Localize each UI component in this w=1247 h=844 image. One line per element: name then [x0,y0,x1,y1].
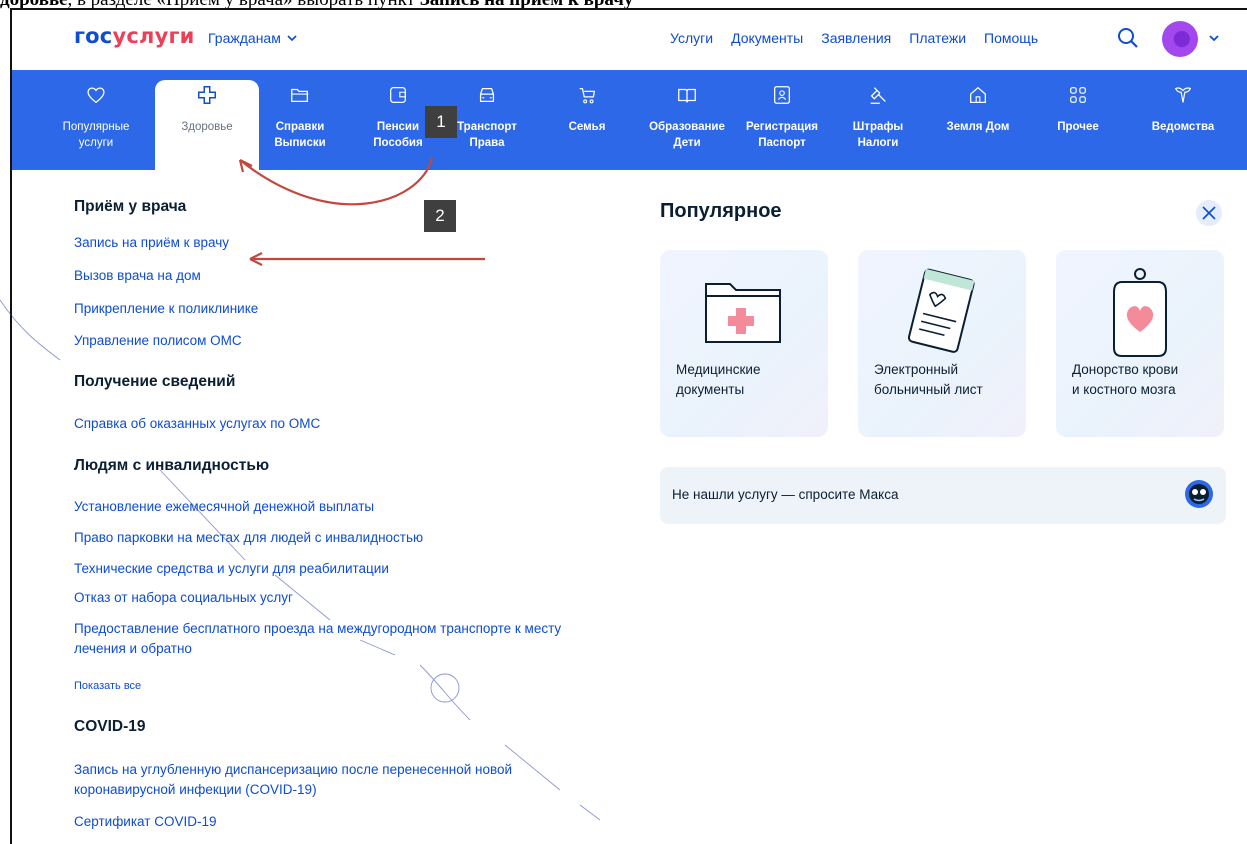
category-transport[interactable]: Транспорт Права [445,70,529,170]
category-other[interactable]: Прочее [1036,70,1120,170]
category-land-house[interactable]: Земля Дом [936,70,1020,170]
category-label: Земля Дом [946,121,1010,133]
category-label: Ведомства [1151,121,1215,133]
nav-services[interactable]: Услуги [670,30,713,46]
ask-max-text: Не нашли услугу — спросите Макса [672,487,899,502]
link-covid-certificate[interactable]: Сертификат COVID-19 [74,812,216,832]
car-icon [479,87,495,103]
link-free-travel[interactable]: Предоставление бесплатного проезда на ме… [74,619,604,659]
category-popular[interactable]: Популярные услуги [54,70,138,170]
close-button[interactable] [1196,200,1222,226]
category-registration[interactable]: Регистрация Паспорт [736,70,828,170]
popular-card-blood-donation[interactable]: Донорство крови и костного мозга [1056,250,1224,437]
category-label: Регистрация Паспорт [746,121,818,149]
category-bar: Популярные услуги Здоровье Справки Выпис… [12,70,1247,170]
popular-card-medical-docs[interactable]: Медицинские документы [660,250,828,437]
top-navigation: Услуги Документы Заявления Платежи Помощ… [670,30,1038,46]
sick-leave-icon [907,268,975,353]
category-label: Штрафы Налоги [852,121,904,149]
card-label: Донорство крови и костного мозга [1072,362,1179,397]
house-icon [970,86,986,103]
stroller-icon [579,87,596,104]
ask-max-banner[interactable]: Не нашли услугу — спросите Макса [660,467,1226,524]
book-icon [678,88,696,103]
link-clinic-attachment[interactable]: Прикрепление к поликлинике [74,299,258,319]
emblem-icon [1174,87,1192,103]
browser-screenshot: госуслуги Гражданам Услуги Документы Зая… [10,8,1247,844]
link-social-services-refusal[interactable]: Отказ от набора социальных услуг [74,588,293,608]
nav-help[interactable]: Помощь [984,30,1038,46]
category-family[interactable]: Семья [545,70,629,170]
link-doctor-appointment[interactable]: Запись на приём к врачу [74,233,229,253]
link-oms-services-report[interactable]: Справка об оказанных услугах по ОМС [74,414,320,434]
chevron-down-icon [287,35,297,42]
section-title-covid: COVID-19 [74,718,146,735]
chevron-down-icon[interactable] [1208,32,1220,44]
medical-cross-icon [198,86,216,104]
heart-icon [87,87,105,104]
popular-title: Популярное [660,200,782,222]
link-monthly-payment[interactable]: Установление ежемесячной денежной выплат… [74,497,374,517]
link-oms-policy[interactable]: Управление полисом ОМС [74,331,242,351]
category-health[interactable]: Здоровье [155,80,259,170]
link-covid-checkup[interactable]: Запись на углубленную диспансеризацию по… [74,760,594,800]
blood-bag-icon [1113,268,1167,357]
gosuslugi-logo[interactable]: госуслуги [74,24,195,48]
wallet-icon [390,87,406,103]
avatar[interactable] [1162,21,1198,57]
link-rehab-equipment[interactable]: Технические средства и услуги для реабил… [74,559,389,579]
section-title-disability: Людям с инвалидностью [74,457,270,474]
annotation-step-1: 1 [425,106,457,138]
robot-assistant-icon[interactable] [1184,479,1214,509]
section-title-info: Получение сведений [74,373,236,390]
category-fines[interactable]: Штрафы Налоги [836,70,920,170]
category-departments[interactable]: Ведомства [1134,70,1232,170]
category-label: Транспорт Права [457,121,517,149]
card-label: Электронный больничный лист [874,362,983,397]
category-label: Справки Выписки [274,121,326,149]
category-label: Популярные услуги [62,121,130,149]
site-header: госуслуги Гражданам Услуги Документы Зая… [12,10,1247,70]
category-label: Здоровье [181,121,233,133]
nav-applications[interactable]: Заявления [821,30,891,46]
annotation-step-2: 2 [424,200,456,232]
card-label: Медицинские документы [676,362,761,397]
popular-card-sick-leave[interactable]: Электронный больничный лист [858,250,1026,437]
category-label: Образование Дети [649,121,725,149]
category-label: Прочее [1057,121,1099,133]
folder-icon [291,88,309,103]
search-icon[interactable] [1116,26,1140,50]
show-all-link[interactable]: Показать все [74,680,141,692]
passport-icon [774,86,790,104]
link-home-visit[interactable]: Вызов врача на дом [74,266,201,286]
section-title-doctor: Приём у врача [74,198,187,215]
audience-menu-label: Гражданам [208,30,281,46]
category-certificates[interactable]: Справки Выписки [258,70,342,170]
medical-folder-icon [705,283,781,343]
grid-icon [1070,87,1086,103]
nav-documents[interactable]: Документы [731,30,803,46]
audience-menu[interactable]: Гражданам [208,30,297,46]
category-education[interactable]: Образование Дети [645,70,729,170]
close-icon [1202,206,1216,220]
category-label: Семья [568,121,606,133]
nav-payments[interactable]: Платежи [909,30,966,46]
link-parking-rights[interactable]: Право парковки на местах для людей с инв… [74,528,423,548]
gavel-icon [870,87,886,104]
